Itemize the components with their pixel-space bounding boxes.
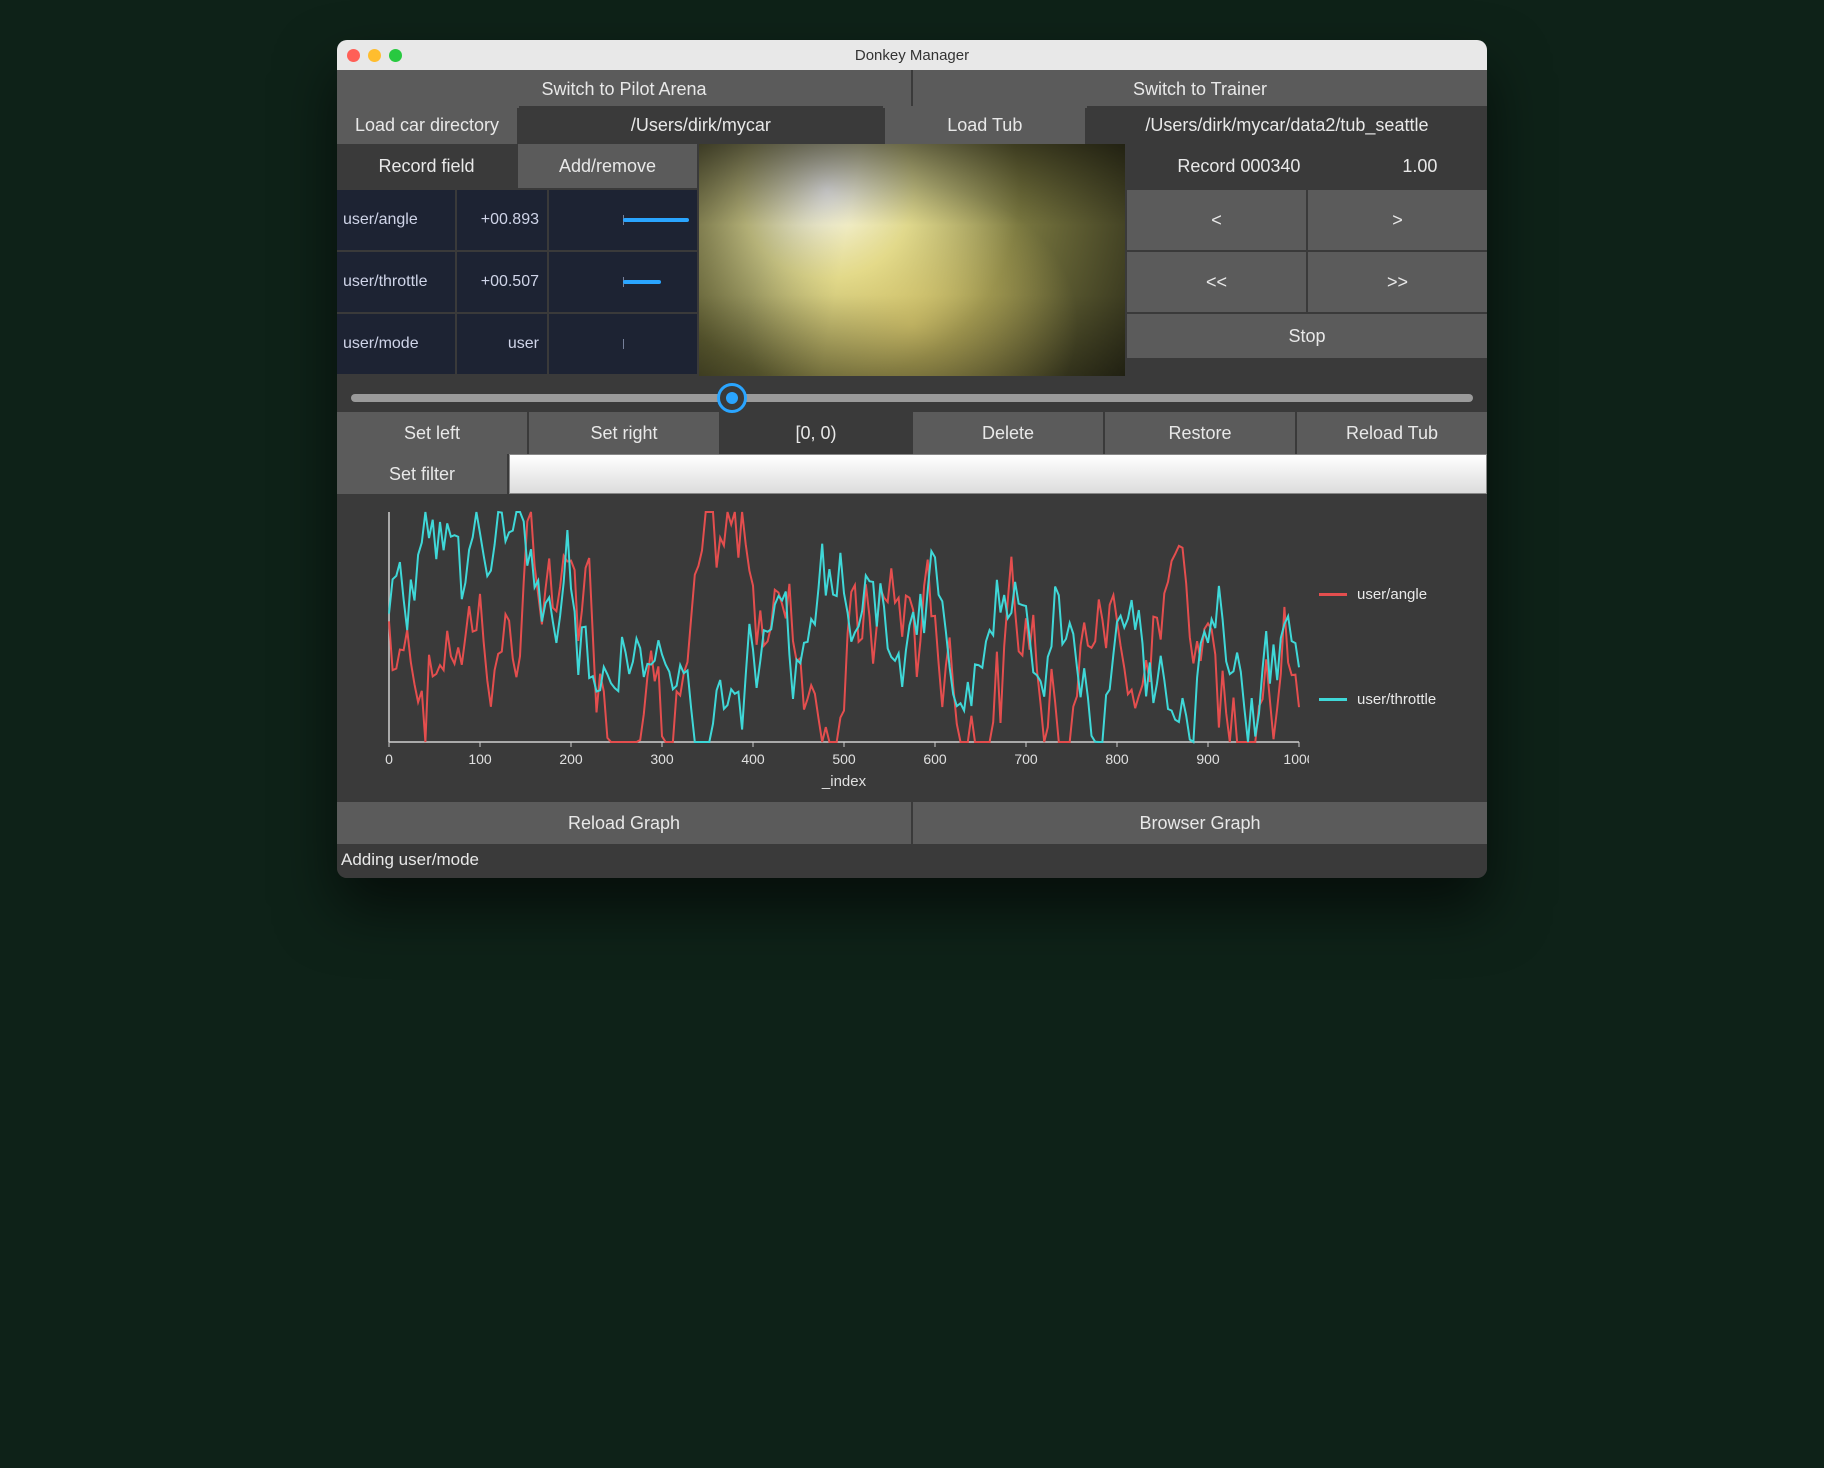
prev-frame-button[interactable]: < — [1127, 190, 1306, 250]
load-tub-button[interactable]: Load Tub — [885, 106, 1085, 144]
paths-row: Load car directory /Users/dirk/mycar Loa… — [337, 106, 1487, 144]
switch-trainer-button[interactable]: Switch to Trainer — [913, 70, 1487, 108]
close-icon[interactable] — [347, 49, 360, 62]
legend-label: user/throttle — [1357, 691, 1436, 708]
browser-graph-button[interactable]: Browser Graph — [913, 802, 1487, 844]
timeline-slider[interactable] — [351, 386, 1473, 406]
timeseries-chart: 0 100 200 300 400 500 600 700 800 900 1000 _index — [349, 502, 1309, 792]
field-row-user-angle: user/angle +00.893 — [337, 190, 697, 250]
fast-next-button[interactable]: >> — [1308, 252, 1487, 312]
switch-pilot-arena-button[interactable]: Switch to Pilot Arena — [337, 70, 911, 108]
legend-label: user/angle — [1357, 586, 1427, 603]
field-value: +00.893 — [457, 190, 547, 250]
range-label: [0, 0) — [721, 412, 911, 454]
range-tools-row: Set left Set right [0, 0) Delete Restore… — [337, 412, 1487, 454]
field-row-user-mode: user/mode user — [337, 314, 697, 374]
stop-button[interactable]: Stop — [1127, 314, 1487, 358]
chart-legend: user/angle user/throttle — [1319, 502, 1469, 792]
slider-thumb-icon[interactable] — [717, 383, 747, 413]
filter-row: Set filter — [337, 454, 1487, 494]
reload-tub-button[interactable]: Reload Tub — [1297, 412, 1487, 454]
svg-text:100: 100 — [468, 751, 492, 767]
field-bar — [549, 314, 697, 374]
timeline-slider-wrap — [337, 376, 1487, 412]
field-value: user — [457, 314, 547, 374]
mode-switch-row: Switch to Pilot Arena Switch to Trainer — [337, 70, 1487, 106]
svg-text:400: 400 — [741, 751, 765, 767]
set-right-button[interactable]: Set right — [529, 412, 719, 454]
field-name: user/mode — [337, 314, 455, 374]
field-name: user/throttle — [337, 252, 455, 312]
titlebar: Donkey Manager — [337, 40, 1487, 70]
field-value: +00.507 — [457, 252, 547, 312]
svg-text:0: 0 — [385, 751, 393, 767]
svg-text:600: 600 — [923, 751, 947, 767]
field-bar — [549, 252, 697, 312]
playback-speed-label: 1.00 — [1353, 144, 1487, 188]
load-car-directory-button[interactable]: Load car directory — [337, 106, 517, 144]
filter-input[interactable] — [509, 454, 1487, 494]
add-remove-field-button[interactable]: Add/remove — [518, 144, 697, 188]
svg-text:1000: 1000 — [1283, 751, 1309, 767]
svg-text:200: 200 — [559, 751, 583, 767]
status-bar: Adding user/mode — [337, 844, 1487, 878]
playback-controls: Record 000340 1.00 < > << >> Stop — [1127, 144, 1487, 376]
svg-text:900: 900 — [1196, 751, 1220, 767]
svg-text:800: 800 — [1105, 751, 1129, 767]
record-index-label: Record 000340 — [1127, 144, 1351, 188]
zoom-icon[interactable] — [389, 49, 402, 62]
svg-text:300: 300 — [650, 751, 674, 767]
field-bar — [549, 190, 697, 250]
car-directory-path: /Users/dirk/mycar — [519, 106, 883, 144]
svg-text:500: 500 — [832, 751, 856, 767]
tub-directory-path: /Users/dirk/mycar/data2/tub_seattle — [1087, 106, 1487, 144]
svg-text:_index: _index — [821, 773, 867, 790]
chart-panel: 0 100 200 300 400 500 600 700 800 900 1000 _index u… — [337, 494, 1487, 802]
field-name: user/angle — [337, 190, 455, 250]
fast-prev-button[interactable]: << — [1127, 252, 1306, 312]
minimize-icon[interactable] — [368, 49, 381, 62]
delete-button[interactable]: Delete — [913, 412, 1103, 454]
reload-graph-button[interactable]: Reload Graph — [337, 802, 911, 844]
svg-text:700: 700 — [1014, 751, 1038, 767]
restore-button[interactable]: Restore — [1105, 412, 1295, 454]
legend-item-user-throttle: user/throttle — [1319, 691, 1469, 708]
app-window: Donkey Manager Switch to Pilot Arena Swi… — [337, 40, 1487, 878]
legend-item-user-angle: user/angle — [1319, 586, 1469, 603]
set-left-button[interactable]: Set left — [337, 412, 527, 454]
window-controls — [347, 49, 402, 62]
window-title: Donkey Manager — [337, 47, 1487, 64]
fields-column: Record field Add/remove user/angle +00.8… — [337, 144, 697, 376]
record-panel: Record field Add/remove user/angle +00.8… — [337, 144, 1487, 376]
graph-buttons-row: Reload Graph Browser Graph — [337, 802, 1487, 844]
set-filter-button[interactable]: Set filter — [337, 454, 507, 494]
next-frame-button[interactable]: > — [1308, 190, 1487, 250]
camera-preview — [699, 144, 1125, 376]
field-row-user-throttle: user/throttle +00.507 — [337, 252, 697, 312]
record-field-label: Record field — [337, 144, 516, 188]
